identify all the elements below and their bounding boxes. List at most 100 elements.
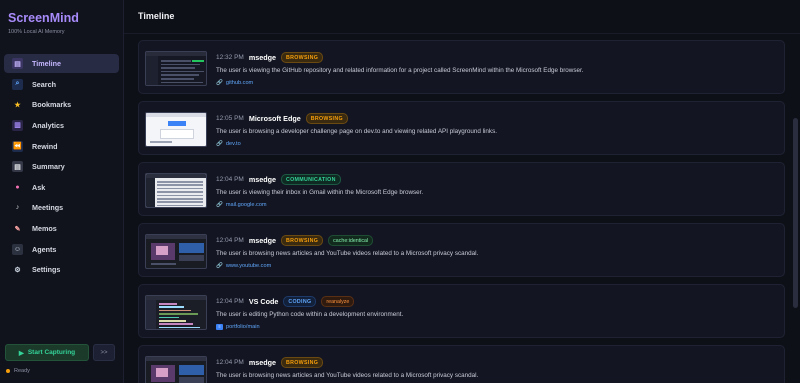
timeline-entry[interactable]: 12:04 PM VS Code CODING reanalyze The user i… bbox=[138, 284, 785, 338]
pencil-icon: ✎ bbox=[14, 225, 21, 233]
entry-summary: The user is editing Python code within a… bbox=[216, 311, 404, 318]
sidebar-item-summary[interactable]: ▤ Summary bbox=[4, 157, 119, 176]
robot-icon: ☺ bbox=[12, 243, 23, 255]
entry-header: 12:05 PM Microsoft Edge BROWSING bbox=[216, 113, 348, 124]
entry-time: 12:04 PM bbox=[216, 298, 244, 305]
reanalyze-badge[interactable]: reanalyze bbox=[321, 296, 355, 307]
entry-app-name: Microsoft Edge bbox=[248, 114, 301, 123]
sidebar: ScreenMind 100% Local AI Memory ▤ Timelin… bbox=[0, 0, 124, 383]
timeline-entry[interactable]: 12:05 PM Microsoft Edge BROWSING The user i… bbox=[138, 101, 785, 155]
screenshot-thumbnail[interactable] bbox=[145, 356, 207, 383]
entry-app-name: VS Code bbox=[248, 297, 279, 306]
bar-chart-icon: ▥ bbox=[12, 119, 23, 131]
entry-time: 12:04 PM bbox=[216, 176, 244, 183]
source-url-link[interactable]: 🔗 dev.to bbox=[216, 141, 241, 147]
entry-app-name: msedge bbox=[248, 175, 276, 184]
scrollbar-thumb[interactable] bbox=[793, 118, 798, 308]
sidebar-item-timeline[interactable]: ▤ Timeline bbox=[4, 54, 119, 73]
status-dot-icon bbox=[6, 369, 10, 373]
browsing-badge: BROWSING bbox=[281, 235, 324, 246]
sidebar-item-label: Settings bbox=[32, 265, 61, 275]
sidebar-item-memos[interactable]: ✎ Memos bbox=[4, 219, 119, 238]
source-url-link[interactable]: 🔗 www.youtube.com bbox=[216, 263, 271, 269]
capture-status: Ready bbox=[6, 368, 30, 374]
sidebar-item-label: Agents bbox=[32, 244, 57, 254]
start-capturing-button[interactable]: ▶ Start Capturing bbox=[5, 344, 89, 361]
screenshot-thumbnail[interactable] bbox=[145, 234, 207, 269]
gear-icon: ⚙ bbox=[14, 266, 21, 274]
sidebar-item-label: Ask bbox=[32, 182, 46, 192]
link-icon: 🔗 bbox=[216, 141, 223, 147]
rewind-icon: ⏪ bbox=[12, 140, 23, 152]
browsing-badge: BROWSING bbox=[281, 52, 324, 63]
link-icon: 🔗 bbox=[216, 263, 223, 269]
entry-summary: The user is browsing news articles and Y… bbox=[216, 250, 479, 257]
link-text: mail.google.com bbox=[225, 202, 267, 208]
entry-time: 12:05 PM bbox=[216, 115, 244, 122]
sidebar-item-label: Rewind bbox=[32, 141, 58, 151]
sidebar-item-ask[interactable]: ● Ask bbox=[4, 178, 119, 197]
communication-badge: COMMUNICATION bbox=[281, 174, 341, 185]
header-divider bbox=[124, 33, 800, 34]
collapse-sidebar-button[interactable]: >> bbox=[93, 344, 115, 361]
page-title: Timeline bbox=[138, 11, 175, 21]
screenshot-thumbnail[interactable] bbox=[145, 112, 207, 147]
screenshot-thumbnail[interactable] bbox=[145, 173, 207, 208]
sidebar-item-label: Analytics bbox=[32, 120, 64, 130]
cache-badge: cache:identical bbox=[328, 235, 374, 246]
link-icon: 🔗 bbox=[216, 202, 223, 208]
entry-header: 12:04 PM msedge BROWSING bbox=[216, 357, 324, 368]
entry-app-name: msedge bbox=[248, 236, 276, 245]
entry-header: 12:32 PM msedge BROWSING bbox=[216, 52, 324, 63]
browsing-badge: BROWSING bbox=[305, 113, 348, 124]
sidebar-item-analytics[interactable]: ▥ Analytics bbox=[4, 116, 119, 135]
sidebar-item-label: Meetings bbox=[32, 203, 64, 213]
sidebar-item-meetings[interactable]: ♪ Meetings bbox=[4, 198, 119, 217]
entry-header: 12:04 PM msedge BROWSING cache:identical bbox=[216, 235, 374, 246]
git-branch-link[interactable]: ≡ portfolio/main bbox=[216, 324, 260, 330]
sidebar-item-label: Bookmarks bbox=[32, 100, 72, 110]
link-text: www.youtube.com bbox=[225, 263, 272, 269]
timeline-entry[interactable]: 12:04 PM msedge BROWSING The user is browsi… bbox=[138, 345, 785, 383]
status-text: Ready bbox=[14, 368, 30, 374]
sidebar-item-label: Timeline bbox=[32, 59, 62, 68]
star-icon: ★ bbox=[14, 101, 21, 109]
entry-time: 12:04 PM bbox=[216, 237, 244, 244]
entry-summary: The user is browsing a developer challen… bbox=[216, 128, 497, 135]
browsing-badge: BROWSING bbox=[281, 357, 324, 368]
link-text: portfolio/main bbox=[226, 324, 260, 330]
entry-app-name: msedge bbox=[248, 53, 276, 62]
link-text: github.com bbox=[225, 80, 254, 86]
search-icon: ⌕ bbox=[12, 78, 23, 90]
source-url-link[interactable]: 🔗 mail.google.com bbox=[216, 202, 267, 208]
entry-time: 12:32 PM bbox=[216, 54, 244, 61]
sidebar-item-settings[interactable]: ⚙ Settings bbox=[4, 260, 119, 279]
entry-summary: The user is viewing the GitHub repositor… bbox=[216, 67, 584, 74]
screenshot-thumbnail[interactable] bbox=[145, 295, 207, 330]
sidebar-item-rewind[interactable]: ⏪ Rewind bbox=[4, 137, 119, 156]
start-capturing-label: Start Capturing bbox=[27, 349, 76, 356]
entry-header: 12:04 PM VS Code CODING reanalyze bbox=[216, 296, 355, 307]
screenshot-thumbnail[interactable] bbox=[145, 51, 207, 86]
document-icon: ▤ bbox=[12, 161, 23, 173]
sidebar-nav: ▤ Timeline ⌕ Search ★ Bookmarks ▥ Analytics ⏪ Rew… bbox=[4, 54, 119, 281]
timeline-icon: ▤ bbox=[12, 58, 23, 69]
source-url-link[interactable]: 🔗 github.com bbox=[216, 80, 253, 86]
sidebar-item-agents[interactable]: ☺ Agents bbox=[4, 240, 119, 259]
sidebar-item-bookmarks[interactable]: ★ Bookmarks bbox=[4, 95, 119, 114]
sidebar-item-search[interactable]: ⌕ Search bbox=[4, 75, 119, 94]
app-window: ScreenMind 100% Local AI Memory ▤ Timelin… bbox=[0, 0, 800, 383]
git-branch-icon: ≡ bbox=[216, 324, 223, 330]
timeline-entry[interactable]: 12:04 PM msedge COMMUNICATION The user is v… bbox=[138, 162, 785, 216]
timeline-entry[interactable]: 12:04 PM msedge BROWSING cache:identical The… bbox=[138, 223, 785, 277]
main-content: Timeline 12:32 PM msedge BROWSING The user … bbox=[124, 0, 800, 383]
entry-header: 12:04 PM msedge COMMUNICATION bbox=[216, 174, 341, 185]
coding-badge: CODING bbox=[283, 296, 317, 307]
timeline-entry[interactable]: 12:32 PM msedge BROWSING The user is viewin… bbox=[138, 40, 785, 94]
link-icon: 🔗 bbox=[216, 80, 223, 86]
entry-app-name: msedge bbox=[248, 358, 276, 367]
sidebar-item-label: Summary bbox=[32, 162, 65, 172]
sidebar-item-label: Search bbox=[32, 79, 56, 89]
sidebar-item-label: Memos bbox=[32, 224, 57, 234]
microphone-icon: ♪ bbox=[15, 204, 20, 212]
